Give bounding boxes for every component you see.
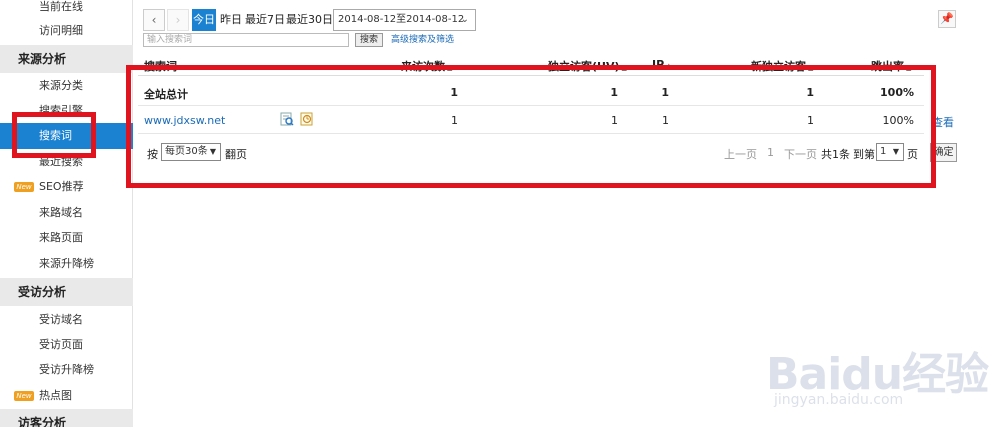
sidebar-item-visited-page[interactable]: 受访页面 <box>0 332 133 358</box>
sidebar-item-visit-details[interactable]: 访问明细 <box>0 18 133 44</box>
date-range-picker[interactable]: 2014-08-12至2014-08-12 ⌄ <box>333 9 476 31</box>
sidebar-section-visitor-analysis[interactable]: 访客分析 <box>0 409 133 427</box>
sidebar-item-referrer-page[interactable]: 来路页面 <box>0 225 133 251</box>
sidebar-item-source-ranking[interactable]: 来源升降榜 <box>0 251 133 277</box>
sidebar-item-source-category[interactable]: 来源分类 <box>0 73 133 99</box>
chevron-down-icon: ⌄ <box>460 14 469 25</box>
sidebar-item-visited-domain[interactable]: 受访域名 <box>0 307 133 333</box>
search-input[interactable]: 输入搜索词 <box>143 33 349 47</box>
new-badge: New <box>14 391 34 401</box>
sidebar-item-visited-ranking[interactable]: 受访升降榜 <box>0 357 133 383</box>
sidebar-item-heatmap[interactable]: New 热点图 <box>0 383 133 409</box>
search-button[interactable]: 搜索 <box>355 33 383 47</box>
sidebar: 当前在线 访问明细 来源分析 来源分类 搜索引擎 搜索词 最近搜索 New SE… <box>0 0 133 427</box>
pin-icon[interactable]: 📌 <box>938 10 956 28</box>
sidebar-item-seo[interactable]: New SEO推荐 <box>0 174 133 200</box>
sidebar-section-source-analysis[interactable]: 来源分析 <box>0 45 133 73</box>
last30-button[interactable]: 最近30日 <box>286 9 333 31</box>
watermark-url: jingyan.baidu.com <box>774 392 904 408</box>
chevron-right-icon[interactable]: › <box>167 9 189 31</box>
annotation-box-sidebar <box>12 112 96 158</box>
sidebar-item-referrer-domain[interactable]: 来路域名 <box>0 200 133 226</box>
advanced-search-link[interactable]: 高级搜索及筛选 <box>391 33 454 47</box>
yesterday-button[interactable]: 昨日 <box>220 9 242 31</box>
today-button[interactable]: 今日 <box>192 9 216 31</box>
last7-button[interactable]: 最近7日 <box>245 9 285 31</box>
annotation-box-table <box>126 65 936 188</box>
app-root: 当前在线 访问明细 来源分析 来源分类 搜索引擎 搜索词 最近搜索 New SE… <box>0 0 1000 427</box>
sidebar-section-visited-analysis[interactable]: 受访分析 <box>0 278 133 306</box>
baidu-watermark: Baidu经验 jingyan.baidu.com <box>752 338 992 414</box>
chevron-left-icon[interactable]: ‹ <box>143 9 165 31</box>
new-badge: New <box>14 182 34 192</box>
sidebar-item-online-now[interactable]: 当前在线 <box>0 0 133 20</box>
